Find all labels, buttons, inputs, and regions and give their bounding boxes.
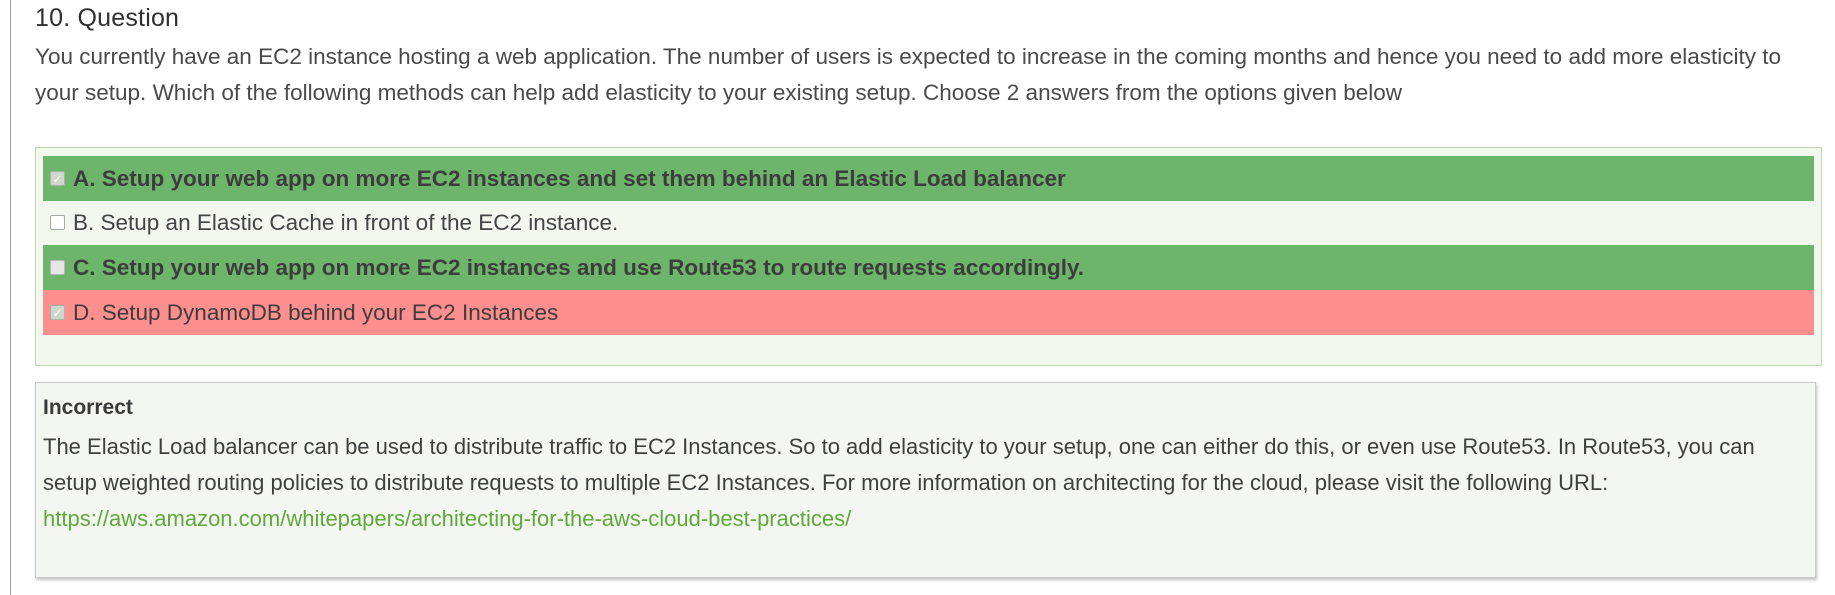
reference-link[interactable]: https://aws.amazon.com/whitepapers/archi… [43, 506, 851, 531]
checkbox-checked-icon[interactable]: ✓ [50, 305, 65, 320]
checkbox-icon[interactable] [50, 215, 65, 230]
option-label: C. Setup your web app on more EC2 instan… [73, 254, 1085, 280]
option-label: A. Setup your web app on more EC2 instan… [73, 165, 1066, 191]
answer-options-list: ✓ A. Setup your web app on more EC2 inst… [35, 147, 1822, 366]
explanation-text: The Elastic Load balancer can be used to… [43, 429, 1803, 537]
option-c[interactable]: C. Setup your web app on more EC2 instan… [43, 245, 1814, 290]
question-text: You currently have an EC2 instance hosti… [35, 44, 1782, 105]
quiz-page: 10. Question You currently have an EC2 i… [0, 0, 1835, 595]
option-b[interactable]: B. Setup an Elastic Cache in front of th… [43, 200, 1814, 245]
option-d[interactable]: ✓ D. Setup DynamoDB behind your EC2 Inst… [43, 290, 1814, 335]
explanation-body: The Elastic Load balancer can be used to… [43, 434, 1755, 495]
question-card: 10. Question You currently have an EC2 i… [10, 0, 1835, 595]
checkbox-icon[interactable] [50, 260, 65, 275]
explanation-panel: Incorrect The Elastic Load balancer can … [35, 382, 1816, 578]
question-title: 10. Question [35, 4, 180, 32]
result-heading: Incorrect [43, 396, 133, 419]
checkbox-checked-icon[interactable]: ✓ [50, 171, 65, 186]
option-a[interactable]: ✓ A. Setup your web app on more EC2 inst… [43, 156, 1814, 201]
option-label: D. Setup DynamoDB behind your EC2 Instan… [73, 299, 559, 325]
option-label: B. Setup an Elastic Cache in front of th… [73, 209, 619, 235]
